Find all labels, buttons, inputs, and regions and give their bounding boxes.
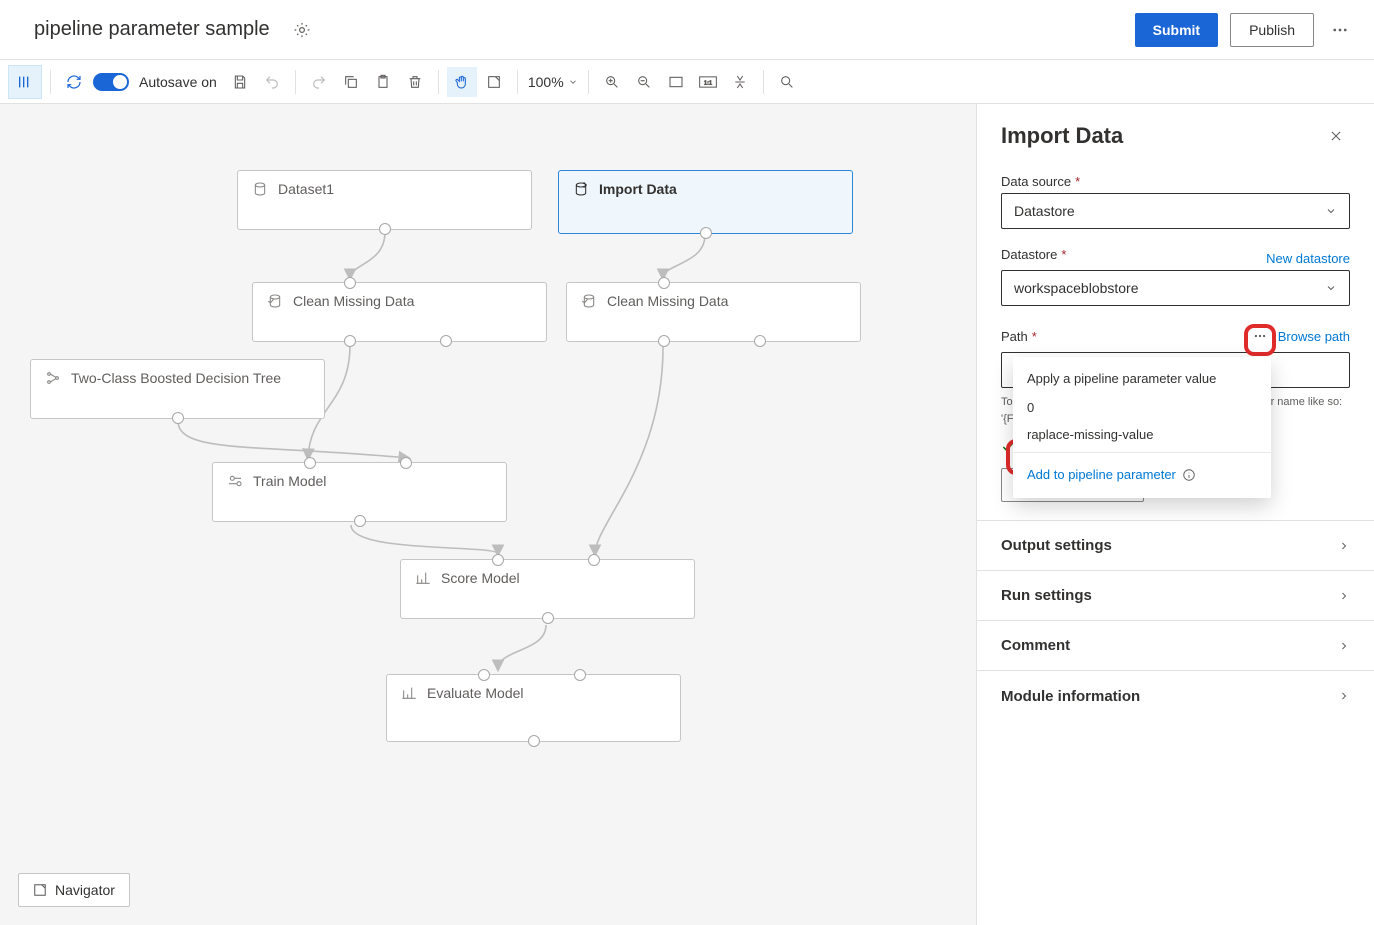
node-label: Score Model: [441, 570, 520, 586]
popup-heading: Apply a pipeline parameter value: [1013, 367, 1271, 394]
search-icon[interactable]: [772, 67, 802, 97]
zoom-in-icon[interactable]: [597, 67, 627, 97]
more-icon[interactable]: [1326, 16, 1354, 44]
section-module-info[interactable]: Module information: [977, 671, 1374, 721]
node-score-model[interactable]: Score Model: [400, 559, 695, 619]
section-run-settings[interactable]: Run settings: [977, 571, 1374, 621]
delete-icon[interactable]: [400, 67, 430, 97]
node-dataset1[interactable]: Dataset1: [237, 170, 532, 230]
node-label: Import Data: [599, 181, 677, 197]
panel-toggle-icon[interactable]: [8, 65, 42, 99]
popup-add-to-pipeline-parameter[interactable]: Add to pipeline parameter: [1013, 457, 1271, 488]
selection-tool-icon[interactable]: [479, 67, 509, 97]
node-label: Clean Missing Data: [293, 293, 414, 309]
node-import-data[interactable]: Import Data: [558, 170, 853, 234]
node-label: Clean Missing Data: [607, 293, 728, 309]
autosave-label: Autosave on: [139, 74, 217, 90]
properties-panel: Import Data Data source* Datastore Datas…: [976, 104, 1374, 925]
autolayout-icon[interactable]: [725, 67, 755, 97]
panel-title: Import Data: [1001, 123, 1123, 149]
node-train-model[interactable]: Train Model: [212, 462, 507, 522]
paste-icon[interactable]: [368, 67, 398, 97]
parameter-popup: Apply a pipeline parameter value 0 rapla…: [1013, 357, 1271, 498]
navigator-button[interactable]: Navigator: [18, 873, 130, 907]
hand-tool-icon[interactable]: [447, 67, 477, 97]
actual-size-icon[interactable]: 1:1: [693, 67, 723, 97]
submit-button[interactable]: Submit: [1135, 13, 1218, 47]
node-label: Evaluate Model: [427, 685, 524, 701]
redo-icon[interactable]: [304, 67, 334, 97]
autosave-toggle[interactable]: Autosave on: [93, 73, 217, 91]
datastore-select[interactable]: workspaceblobstore: [1001, 270, 1350, 306]
pipeline-title: pipeline parameter sample: [34, 18, 270, 41]
gear-icon[interactable]: [288, 16, 316, 44]
data-source-label: Data source*: [1001, 174, 1350, 189]
zoom-out-icon[interactable]: [629, 67, 659, 97]
copy-icon[interactable]: [336, 67, 366, 97]
section-output-settings[interactable]: Output settings: [977, 521, 1374, 571]
refresh-icon[interactable]: [59, 67, 89, 97]
save-icon[interactable]: [225, 67, 255, 97]
node-two-class-boosted[interactable]: Two-Class Boosted Decision Tree: [30, 359, 325, 419]
path-label: Path*: [1001, 329, 1037, 344]
node-label: Dataset1: [278, 181, 334, 197]
publish-button[interactable]: Publish: [1230, 13, 1314, 47]
popup-item-replace[interactable]: raplace-missing-value: [1013, 421, 1271, 448]
new-datastore-link[interactable]: New datastore: [1266, 251, 1350, 266]
node-label: Train Model: [253, 473, 326, 489]
undo-icon[interactable]: [257, 67, 287, 97]
node-label: Two-Class Boosted Decision Tree: [71, 370, 281, 386]
popup-item-0[interactable]: 0: [1013, 394, 1271, 421]
zoom-level[interactable]: 100%: [526, 74, 580, 90]
section-comment[interactable]: Comment: [977, 621, 1374, 671]
close-icon[interactable]: [1322, 122, 1350, 150]
node-clean-missing-data-2[interactable]: Clean Missing Data: [566, 282, 861, 342]
browse-path-link[interactable]: Browse path: [1278, 329, 1350, 344]
data-source-select[interactable]: Datastore: [1001, 193, 1350, 229]
node-evaluate-model[interactable]: Evaluate Model: [386, 674, 681, 742]
node-clean-missing-data-1[interactable]: Clean Missing Data: [252, 282, 547, 342]
path-more-icon[interactable]: [1248, 324, 1272, 348]
fit-screen-icon[interactable]: [661, 67, 691, 97]
datastore-label: Datastore*: [1001, 247, 1066, 262]
navigator-label: Navigator: [55, 882, 115, 898]
svg-text:1:1: 1:1: [704, 79, 712, 86]
pipeline-canvas[interactable]: Dataset1 Import Data Clean Missing Data: [0, 104, 976, 925]
